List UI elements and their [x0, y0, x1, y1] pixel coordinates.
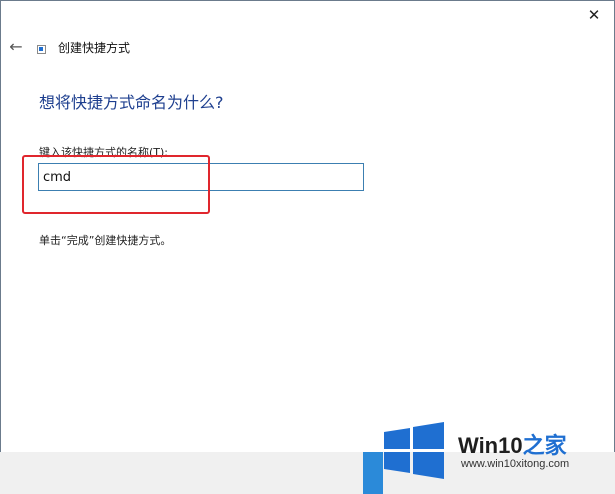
watermark-url: www.win10xitong.com [461, 458, 570, 470]
windows-logo-icon [384, 422, 444, 479]
watermark-brand-main: Win10 [458, 433, 523, 458]
close-button[interactable]: ✕ [573, 0, 615, 30]
window-title: 创建快捷方式 [58, 41, 131, 55]
back-button[interactable]: ← [6, 38, 26, 56]
taskbar-blue-edge [363, 452, 383, 494]
watermark-brand: Win10之家 [458, 428, 567, 460]
arrow-left-icon: ← [9, 37, 23, 56]
page-heading: 想将快捷方式命名为什么? [39, 93, 224, 112]
shortcut-name-label: 键入该快捷方式的名称(T): [39, 146, 169, 159]
close-icon: ✕ [587, 6, 601, 24]
shortcut-name-input[interactable] [38, 163, 364, 191]
shortcut-icon [37, 45, 46, 54]
watermark-brand-accent: 之家 [522, 433, 567, 458]
finish-hint: 单击“完成”创建快捷方式。 [39, 234, 172, 247]
